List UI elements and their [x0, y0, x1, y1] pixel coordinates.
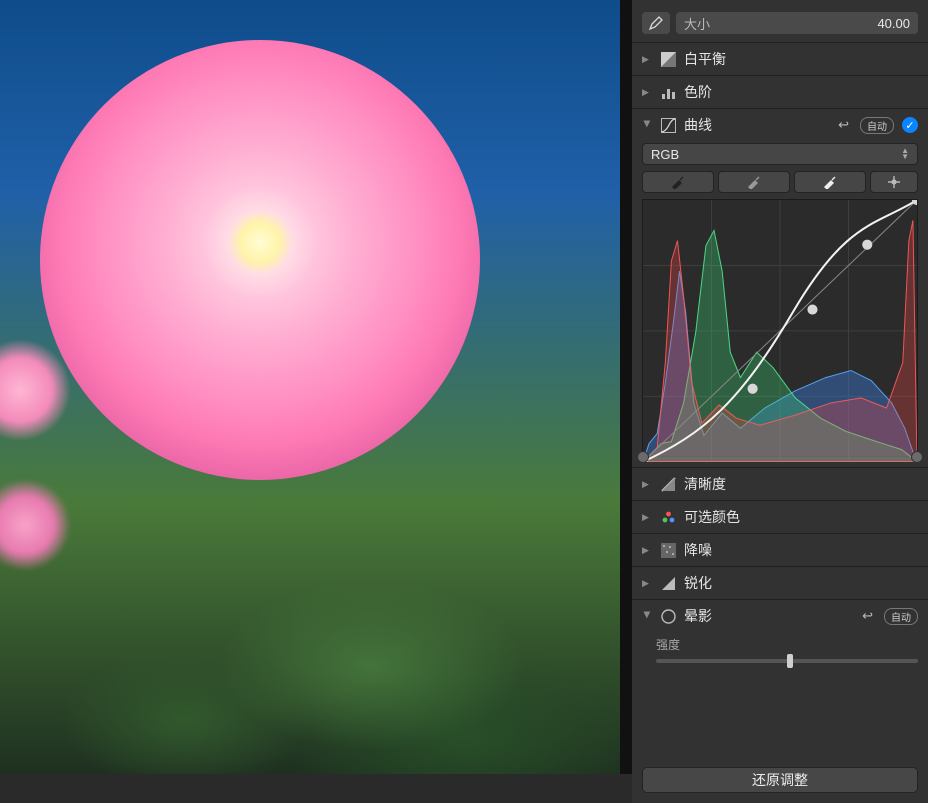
- reset-icon[interactable]: ↩︎: [835, 117, 852, 133]
- vignette-strength-slider[interactable]: [656, 659, 918, 663]
- disclosure-icon: ▶: [642, 611, 653, 621]
- reset-adjustments-label: 还原调整: [752, 770, 808, 790]
- reset-adjustments-button[interactable]: 还原调整: [642, 767, 918, 793]
- section-title: 降噪: [684, 540, 918, 560]
- definition-icon: [660, 476, 676, 492]
- brush-size-value: 40.00: [877, 16, 910, 31]
- disclosure-icon: ▶: [642, 120, 653, 130]
- section-title: 曲线: [684, 115, 827, 135]
- curves-channel-select[interactable]: RGB ▲▼: [642, 143, 918, 165]
- section-title: 锐化: [684, 573, 918, 593]
- preview-image: [0, 0, 620, 774]
- vignette-strength-label: 强度: [656, 636, 918, 653]
- section-levels[interactable]: ▶ 色阶: [632, 76, 928, 108]
- canvas-bottom-bar: [0, 774, 632, 803]
- auto-button[interactable]: 自动: [884, 608, 918, 625]
- section-noise-reduction[interactable]: ▶ 降噪: [632, 534, 928, 566]
- curve-black-point-handle[interactable]: [637, 451, 649, 463]
- disclosure-icon: ▶: [642, 545, 652, 556]
- eyedropper-gray-button[interactable]: [718, 171, 790, 193]
- section-sharpen[interactable]: ▶ 锐化: [632, 567, 928, 599]
- auto-button[interactable]: 自动: [860, 117, 894, 134]
- disclosure-icon: ▶: [642, 512, 652, 523]
- curves-histogram[interactable]: [642, 199, 918, 457]
- sharpen-icon: [660, 575, 676, 591]
- levels-icon: [660, 84, 676, 100]
- vignette-icon: [660, 608, 676, 624]
- section-title: 清晰度: [684, 474, 918, 494]
- curve-white-point-handle[interactable]: [911, 451, 923, 463]
- disclosure-icon: ▶: [642, 54, 652, 65]
- adjustments-sidebar: 大小 40.00 ▶ 白平衡 ▶ 色阶: [632, 0, 928, 803]
- white-balance-icon: [660, 51, 676, 67]
- section-vignette[interactable]: ▶ 晕影 ↩︎ 自动: [632, 600, 928, 632]
- section-title: 晕影: [684, 606, 851, 626]
- curves-channel-value: RGB: [651, 147, 679, 162]
- disclosure-icon: ▶: [642, 87, 652, 98]
- section-title: 色阶: [684, 82, 918, 102]
- brush-size-label: 大小: [684, 14, 710, 33]
- noise-icon: [660, 542, 676, 558]
- add-point-button[interactable]: [870, 171, 918, 193]
- section-selective-color[interactable]: ▶ 可选颜色: [632, 501, 928, 533]
- reset-icon[interactable]: ↩︎: [859, 608, 876, 624]
- section-white-balance[interactable]: ▶ 白平衡: [632, 43, 928, 75]
- brush-tool-button[interactable]: [642, 12, 670, 34]
- curves-icon: [660, 117, 676, 133]
- selective-color-icon: [660, 509, 676, 525]
- section-curves[interactable]: ▶ 曲线 ↩︎ 自动 ✓: [632, 109, 928, 141]
- section-title: 白平衡: [684, 49, 918, 69]
- section-title: 可选颜色: [684, 507, 918, 527]
- brush-size-field[interactable]: 大小 40.00: [676, 12, 918, 34]
- section-definition[interactable]: ▶ 清晰度: [632, 468, 928, 500]
- select-arrows-icon: ▲▼: [901, 148, 909, 160]
- image-canvas[interactable]: [0, 0, 632, 803]
- eyedropper-white-button[interactable]: [794, 171, 866, 193]
- disclosure-icon: ▶: [642, 578, 652, 589]
- disclosure-icon: ▶: [642, 479, 652, 490]
- eyedropper-black-button[interactable]: [642, 171, 714, 193]
- enabled-checkmark-icon[interactable]: ✓: [902, 117, 918, 133]
